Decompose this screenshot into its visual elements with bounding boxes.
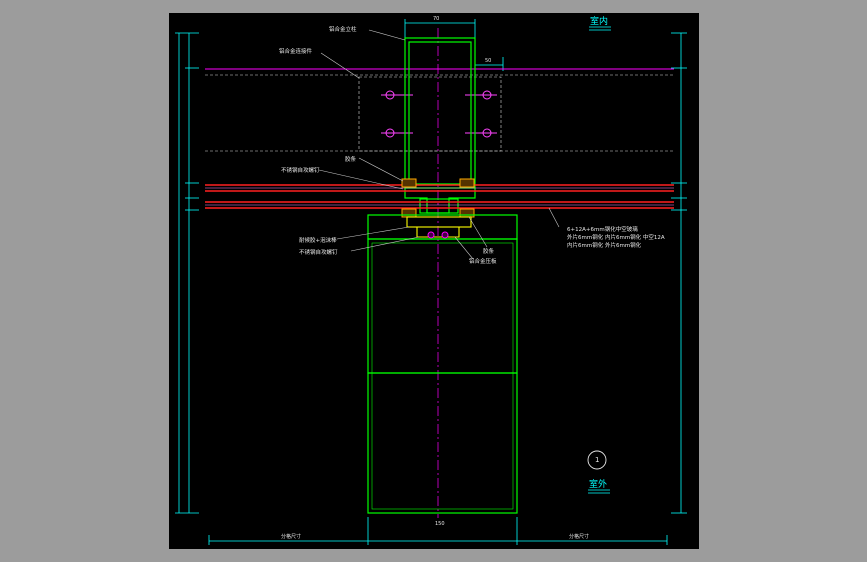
dim-top-mullion: 70 [433,16,439,22]
svg-text:室外: 室外 [589,478,607,490]
floor-slab-outline [205,74,674,152]
dim-bottom-right: 分格尺寸 [569,533,589,540]
dim-bottom-left: 分格尺寸 [281,533,301,540]
dimension-labels: 70 50 分格尺寸 150 分格尺寸 [281,16,589,540]
callout-bracket: 铝合金连接件 [279,47,313,55]
level-lines [205,28,674,518]
dim-bottom-center: 150 [435,521,445,527]
callout-screw-bottom: 不锈钢自攻螺钉 [299,248,338,256]
callout-labels: 铝合金立柱 铝合金连接件 胶条 不锈钢自攻螺钉 耐候胶+泡沫棒 不锈钢自攻螺钉 … [279,25,665,265]
right-dimension-chain [671,32,687,514]
room-label-interior: 室内 [589,15,611,31]
cad-drawing: 铝合金立柱 铝合金连接件 胶条 不锈钢自攻螺钉 耐候胶+泡沫棒 不锈钢自攻螺钉 … [169,13,699,549]
callout-gasket-top: 胶条 [345,155,357,163]
callout-gasket-bottom: 胶条 [483,247,495,255]
callout-sealant-rod: 耐候胶+泡沫棒 [299,236,337,244]
svg-text:室内: 室内 [590,15,608,27]
left-dimension-chain [175,32,199,514]
callout-mullion: 铝合金立柱 [329,25,357,33]
leader-lines [318,29,560,260]
pressure-plate [406,216,472,238]
svg-text:1: 1 [595,456,599,464]
callout-glass-line1: 6+12A+6mm钢化中空玻璃 [567,225,638,233]
section-detail-drawing: 铝合金立柱 铝合金连接件 胶条 不锈钢自攻螺钉 耐候胶+泡沫棒 不锈钢自攻螺钉 … [175,15,687,545]
callout-screw: 不锈钢自攻螺钉 [281,166,320,174]
anchor-bolts [381,90,497,138]
room-label-exterior: 室外 [588,478,610,494]
detail-marker: 1 [587,450,607,470]
callout-glass-line3: 内片6mm钢化 外片6mm钢化 [567,241,642,249]
dim-top-offset: 50 [485,58,491,64]
callout-pressure-plate: 铝合金压板 [469,257,497,265]
callout-glass-line2: 外片6mm钢化 内片6mm钢化 中空12A [567,233,665,241]
